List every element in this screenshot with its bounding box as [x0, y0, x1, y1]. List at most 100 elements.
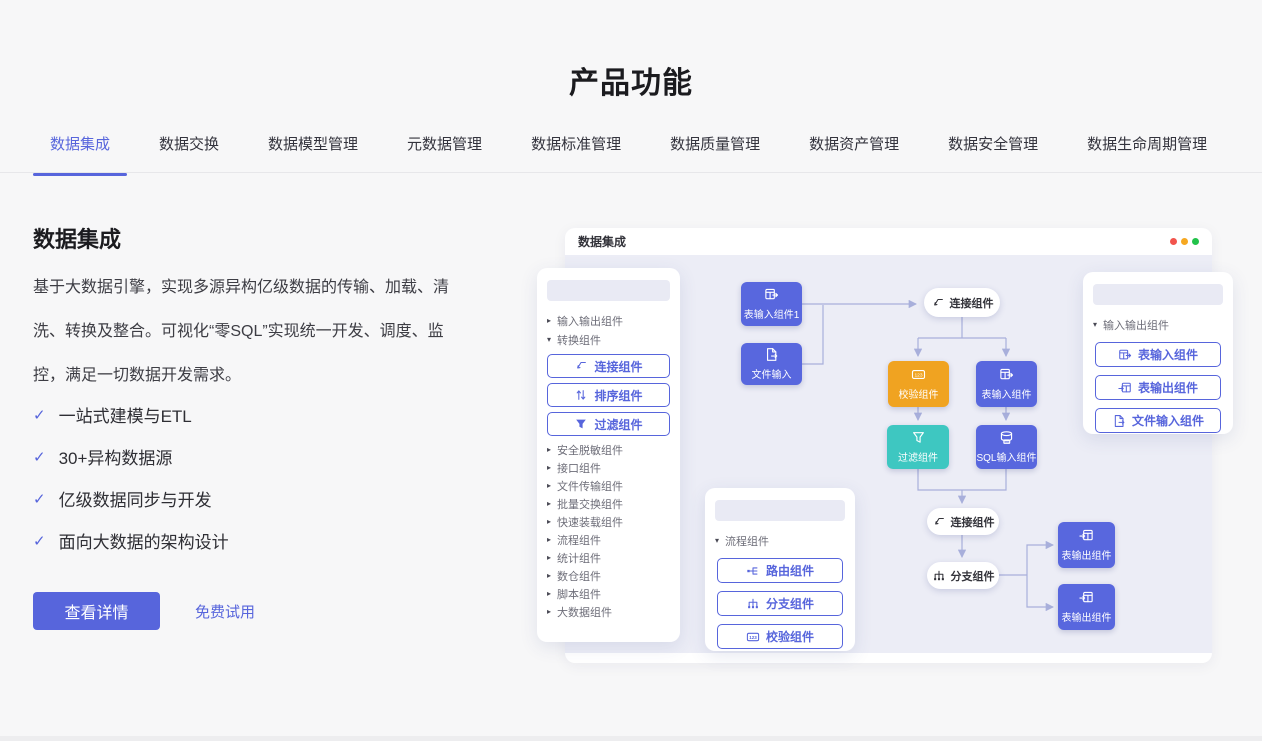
file-input-icon: [1112, 414, 1126, 428]
section-script-components[interactable]: 脚本组件: [537, 585, 680, 603]
tab-data-asset-mgmt[interactable]: 数据资产管理: [792, 128, 916, 174]
section-fast-load-components[interactable]: 快速装载组件: [537, 513, 680, 531]
validate-123-icon: 123: [911, 367, 926, 382]
window-title: 数据集成: [578, 233, 626, 250]
search-input[interactable]: [547, 280, 670, 301]
view-details-button[interactable]: 查看详情: [33, 592, 160, 630]
caret-right-icon: [547, 464, 551, 472]
caret-right-icon: [547, 572, 551, 580]
svg-text:123: 123: [749, 634, 757, 639]
caret-right-icon: [547, 446, 551, 454]
node-file-input[interactable]: 文件输入: [741, 343, 802, 385]
table-input-icon: [764, 287, 779, 302]
table-output-icon: [1079, 528, 1094, 543]
section-batch-exchange-components[interactable]: 批量交换组件: [537, 495, 680, 513]
search-input[interactable]: [1093, 284, 1223, 305]
check-component-button[interactable]: 123 校验组件: [717, 624, 843, 649]
feature-tabs: 数据集成 数据交换 数据模型管理 元数据管理 数据标准管理 数据质量管理 数据资…: [0, 128, 1262, 173]
node-check[interactable]: 123 校验组件: [888, 361, 949, 407]
caret-down-icon: [715, 537, 719, 545]
caret-right-icon: [547, 536, 551, 544]
table-input-component-button[interactable]: 表输入组件: [1095, 342, 1221, 367]
search-input[interactable]: [715, 500, 845, 521]
node-table-output-2[interactable]: 表输出组件: [1058, 584, 1115, 630]
tab-data-exchange[interactable]: 数据交换: [142, 128, 236, 174]
branch-component-button[interactable]: 分支组件: [717, 591, 843, 616]
feature-item: ✓ 亿级数据同步与开发: [33, 488, 229, 509]
section-file-transfer-components[interactable]: 文件传输组件: [537, 477, 680, 495]
tab-data-security-mgmt[interactable]: 数据安全管理: [931, 128, 1055, 174]
svg-text:123: 123: [914, 373, 922, 379]
feature-item: ✓ 30+异构数据源: [33, 446, 229, 467]
file-input-icon: [764, 347, 779, 362]
window-dot-green-icon[interactable]: [1192, 238, 1199, 245]
section-description: 基于大数据引擎，实现多源异构亿级数据的传输、加载、清洗、转换及整合。可视化“零S…: [33, 266, 467, 398]
check-icon: ✓: [33, 532, 46, 550]
caret-down-icon: [1093, 321, 1097, 329]
database-sql-icon: SQL: [999, 430, 1014, 445]
page: 产品功能 数据集成 数据交换 数据模型管理 元数据管理 数据标准管理 数据质量管…: [0, 0, 1262, 741]
feature-item: ✓ 一站式建模与ETL: [33, 404, 229, 425]
component-panel-io: 输入输出组件 表输入组件 表输出组件 文件输入组件: [1083, 272, 1233, 434]
component-panel-flow: 流程组件 路由组件 分支组件 123 校验组件: [705, 488, 855, 651]
route-icon: [746, 564, 760, 578]
free-trial-link[interactable]: 免费试用: [195, 601, 255, 622]
section-io-components[interactable]: 输入输出组件: [1083, 315, 1233, 334]
tab-data-quality-mgmt[interactable]: 数据质量管理: [653, 128, 777, 174]
table-output-icon: [1118, 381, 1132, 395]
check-icon: ✓: [33, 490, 46, 508]
file-input-component-button[interactable]: 文件输入组件: [1095, 408, 1221, 433]
section-warehouse-components[interactable]: 数仓组件: [537, 567, 680, 585]
section-statistics-components[interactable]: 统计组件: [537, 549, 680, 567]
node-table-input-1[interactable]: 表输入组件1: [741, 282, 802, 326]
tab-data-model-mgmt[interactable]: 数据模型管理: [251, 128, 375, 174]
caret-right-icon: [547, 590, 551, 598]
feature-list: ✓ 一站式建模与ETL ✓ 30+异构数据源 ✓ 亿级数据同步与开发 ✓ 面向大…: [33, 404, 229, 572]
tab-data-standard-mgmt[interactable]: 数据标准管理: [514, 128, 638, 174]
section-transform-components[interactable]: 转换组件: [537, 330, 680, 349]
component-panel-left: 输入输出组件 转换组件 连接组件 排序组件 过滤组件 安全脱敏组件 接口组件 文…: [537, 268, 680, 642]
section-masking-components[interactable]: 安全脱敏组件: [537, 441, 680, 459]
connect-component-button[interactable]: 连接组件: [547, 354, 670, 378]
table-input-icon: [1118, 348, 1132, 362]
node-filter[interactable]: 过滤组件: [887, 425, 949, 469]
window-dot-red-icon[interactable]: [1170, 238, 1177, 245]
caret-down-icon: [547, 336, 551, 344]
tab-data-integration[interactable]: 数据集成: [33, 128, 127, 174]
svg-text:SQL: SQL: [1004, 440, 1010, 444]
window-titlebar: 数据集成: [565, 228, 1212, 255]
cta-row: 查看详情 免费试用: [33, 592, 255, 630]
section-bigdata-components[interactable]: 大数据组件: [537, 603, 680, 621]
route-component-button[interactable]: 路由组件: [717, 558, 843, 583]
section-io-components[interactable]: 输入输出组件: [537, 311, 680, 330]
node-branch[interactable]: 分支组件: [927, 562, 999, 589]
node-connect-2[interactable]: 连接组件: [927, 508, 999, 535]
sort-component-button[interactable]: 排序组件: [547, 383, 670, 407]
connector-icon: [931, 296, 945, 310]
node-sql-input[interactable]: SQL SQL输入组件: [976, 425, 1037, 469]
table-input-icon: [999, 367, 1014, 382]
tab-metadata-mgmt[interactable]: 元数据管理: [390, 128, 499, 174]
section-divider: [0, 736, 1262, 741]
node-connect-1[interactable]: 连接组件: [924, 288, 1000, 317]
caret-right-icon: [547, 317, 551, 325]
node-table-output-1[interactable]: 表输出组件: [1058, 522, 1115, 568]
table-output-component-button[interactable]: 表输出组件: [1095, 375, 1221, 400]
caret-right-icon: [547, 482, 551, 490]
section-heading: 数据集成: [33, 222, 121, 254]
window-dot-yellow-icon[interactable]: [1181, 238, 1188, 245]
check-icon: ✓: [33, 406, 46, 424]
section-flow-components[interactable]: 流程组件: [537, 531, 680, 549]
tab-data-lifecycle-mgmt[interactable]: 数据生命周期管理: [1070, 128, 1224, 174]
validate-123-icon: 123: [746, 630, 760, 644]
section-flow-components[interactable]: 流程组件: [705, 531, 855, 550]
connector-icon: [932, 515, 946, 529]
branch-icon: [746, 597, 760, 611]
caret-right-icon: [547, 608, 551, 616]
page-title: 产品功能: [0, 58, 1262, 102]
table-output-icon: [1079, 590, 1094, 605]
filter-component-button[interactable]: 过滤组件: [547, 412, 670, 436]
node-table-input[interactable]: 表输入组件: [976, 361, 1037, 407]
connector-icon: [574, 359, 588, 373]
section-interface-components[interactable]: 接口组件: [537, 459, 680, 477]
